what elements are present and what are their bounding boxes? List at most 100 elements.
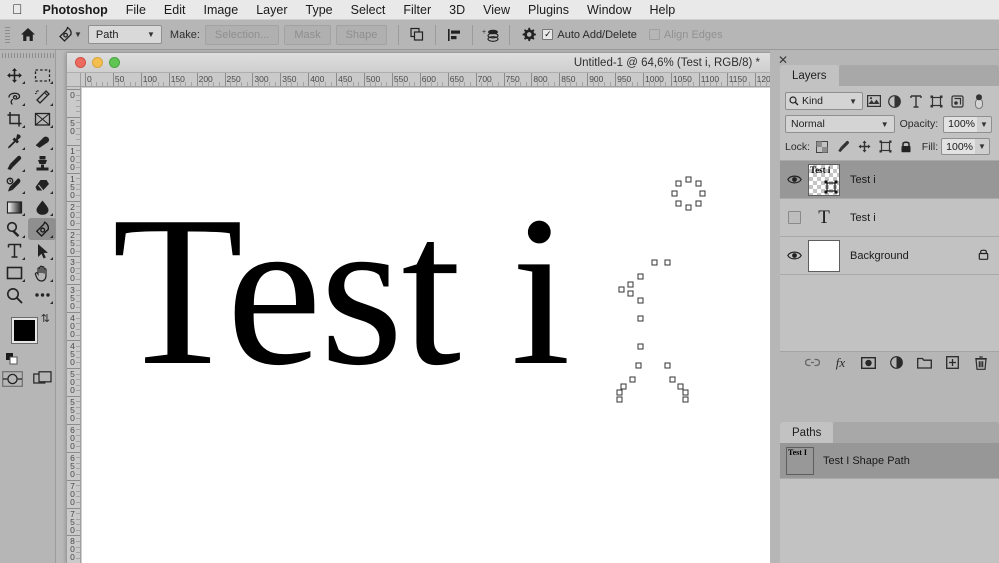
menu-item-layer[interactable]: Layer [247, 0, 296, 20]
make-selection-button[interactable]: Selection... [204, 24, 280, 45]
menu-item-3d[interactable]: 3D [440, 0, 474, 20]
menu-item-select[interactable]: Select [342, 0, 395, 20]
history-brush-tool[interactable] [0, 174, 28, 196]
quick-mask-icon[interactable] [2, 370, 24, 388]
layer-visibility-toggle[interactable] [780, 161, 808, 198]
menu-item-file[interactable]: File [117, 0, 155, 20]
menu-item-plugins[interactable]: Plugins [519, 0, 578, 20]
auto-add-delete-checkbox[interactable]: ✓ Auto Add/Delete [542, 29, 637, 41]
layer-row-test-i-shape[interactable]: Test i Test i [780, 161, 999, 199]
vertical-ruler[interactable]: 0 50 100 150 200 250 300 350 400 450 500 550 600 650 7… [67, 87, 81, 563]
opacity-value[interactable]: 100% [943, 115, 980, 133]
layer-thumbnail-shape[interactable]: Test i [808, 163, 840, 196]
tab-paths[interactable]: Paths [780, 422, 834, 443]
close-button[interactable] [75, 57, 86, 68]
screen-mode-icon[interactable] [32, 370, 54, 388]
clone-stamp-tool[interactable] [28, 152, 56, 174]
move-tool[interactable] [0, 64, 28, 86]
path-row-test-i-shape-path[interactable]: Test I Test I Shape Path [780, 443, 999, 479]
type-layer-filter-icon[interactable] [905, 92, 926, 110]
rectangular-marquee-tool[interactable] [28, 64, 56, 86]
canvas-area[interactable]: Test i [82, 88, 776, 563]
smart-object-filter-icon[interactable] [947, 92, 968, 110]
default-colors-icon[interactable] [6, 352, 18, 365]
layer-thumbnail-type[interactable]: T [808, 202, 840, 234]
link-layers-icon[interactable] [805, 355, 820, 370]
path-arrangement-icon[interactable]: + [479, 23, 503, 47]
make-shape-button[interactable]: Shape [335, 24, 388, 45]
path-selection-tool[interactable] [28, 240, 56, 262]
layer-style-fx-icon[interactable]: fx [833, 355, 848, 370]
horizontal-ruler[interactable]: 0 50 100 150 200 250 300 350 400 450 500 550 600 650 7… [81, 73, 776, 87]
foreground-color-swatch[interactable] [12, 318, 37, 343]
brush-tool[interactable] [0, 152, 28, 174]
swap-colors-icon[interactable]: ⇅ [41, 312, 50, 325]
tab-layers[interactable]: Layers [780, 65, 839, 86]
adjustment-layer-filter-icon[interactable] [884, 92, 905, 110]
eraser-tool[interactable] [28, 174, 56, 196]
layer-row-background[interactable]: Background [780, 237, 999, 275]
new-group-icon[interactable] [917, 355, 932, 370]
opacity-stepper[interactable]: ▼ [977, 115, 992, 133]
lock-position-icon[interactable] [855, 139, 873, 155]
menu-item-image[interactable]: Image [194, 0, 247, 20]
pixel-layer-filter-icon[interactable] [863, 92, 884, 110]
eyedropper-tool[interactable] [0, 130, 28, 152]
options-bar-grip[interactable] [3, 25, 12, 44]
fill-stepper[interactable]: ▼ [975, 138, 990, 155]
layer-filter-kind-select[interactable]: Kind ▼ [785, 92, 863, 110]
menu-item-help[interactable]: Help [640, 0, 684, 20]
spot-healing-brush-tool[interactable] [28, 130, 56, 152]
menu-item-filter[interactable]: Filter [394, 0, 440, 20]
edit-toolbar-ellipsis-icon[interactable] [28, 284, 56, 306]
layers-empty-area[interactable] [780, 275, 999, 351]
menu-item-window[interactable]: Window [578, 0, 640, 20]
menu-item-type[interactable]: Type [297, 0, 342, 20]
delete-layer-icon[interactable] [973, 355, 988, 370]
fill-value[interactable]: 100% [941, 138, 978, 155]
hand-tool[interactable] [28, 262, 56, 284]
layer-mask-icon[interactable] [861, 355, 876, 370]
gear-icon[interactable] [516, 23, 540, 47]
lock-transparent-pixels-icon[interactable] [813, 139, 831, 155]
shape-layer-filter-icon[interactable] [926, 92, 947, 110]
menu-item-photoshop[interactable]: Photoshop [34, 0, 117, 20]
lock-all-icon[interactable] [897, 139, 915, 155]
layer-visibility-toggle[interactable] [780, 199, 808, 236]
blur-droplet-icon[interactable] [28, 196, 56, 218]
tool-preset-chevron-down-icon[interactable]: ▼ [74, 30, 82, 39]
align-edges-checkbox[interactable]: Align Edges [648, 29, 723, 41]
filter-toggle-switch-icon[interactable] [968, 92, 989, 110]
path-thumbnail[interactable]: Test I [786, 446, 814, 475]
path-mode-select[interactable]: Path ▼ [87, 25, 162, 44]
paths-empty-area[interactable] [780, 479, 999, 563]
frame-tool[interactable] [28, 108, 56, 130]
tools-panel-grip[interactable] [0, 50, 55, 60]
crop-tool[interactable] [0, 108, 28, 130]
new-layer-icon[interactable] [945, 355, 960, 370]
home-icon[interactable] [16, 23, 40, 47]
type-tool[interactable] [0, 240, 28, 262]
lock-image-pixels-icon[interactable] [834, 139, 852, 155]
adjustment-layer-icon[interactable] [889, 355, 904, 370]
minimize-button[interactable] [92, 57, 103, 68]
zoom-tool[interactable] [0, 284, 28, 306]
layer-row-test-i-type[interactable]: T Test i [780, 199, 999, 237]
zoom-button[interactable] [109, 57, 120, 68]
path-operations-icon[interactable] [405, 23, 429, 47]
lasso-tool[interactable] [0, 86, 28, 108]
rectangle-tool[interactable] [0, 262, 28, 284]
apple-logo-icon[interactable]:  [0, 2, 34, 16]
lock-artboard-nesting-icon[interactable] [876, 139, 894, 155]
layer-thumbnail-background[interactable] [808, 239, 840, 272]
quick-selection-tool[interactable] [28, 86, 56, 108]
ruler-corner[interactable] [67, 73, 81, 87]
path-alignment-icon[interactable] [442, 23, 466, 47]
dodge-tool[interactable] [0, 218, 28, 240]
menu-item-edit[interactable]: Edit [155, 0, 195, 20]
make-mask-button[interactable]: Mask [284, 24, 331, 45]
blend-mode-select[interactable]: Normal ▼ [785, 115, 895, 133]
gradient-tool[interactable] [0, 196, 28, 218]
pen-tool[interactable] [28, 218, 56, 240]
layer-visibility-toggle[interactable] [780, 237, 808, 274]
